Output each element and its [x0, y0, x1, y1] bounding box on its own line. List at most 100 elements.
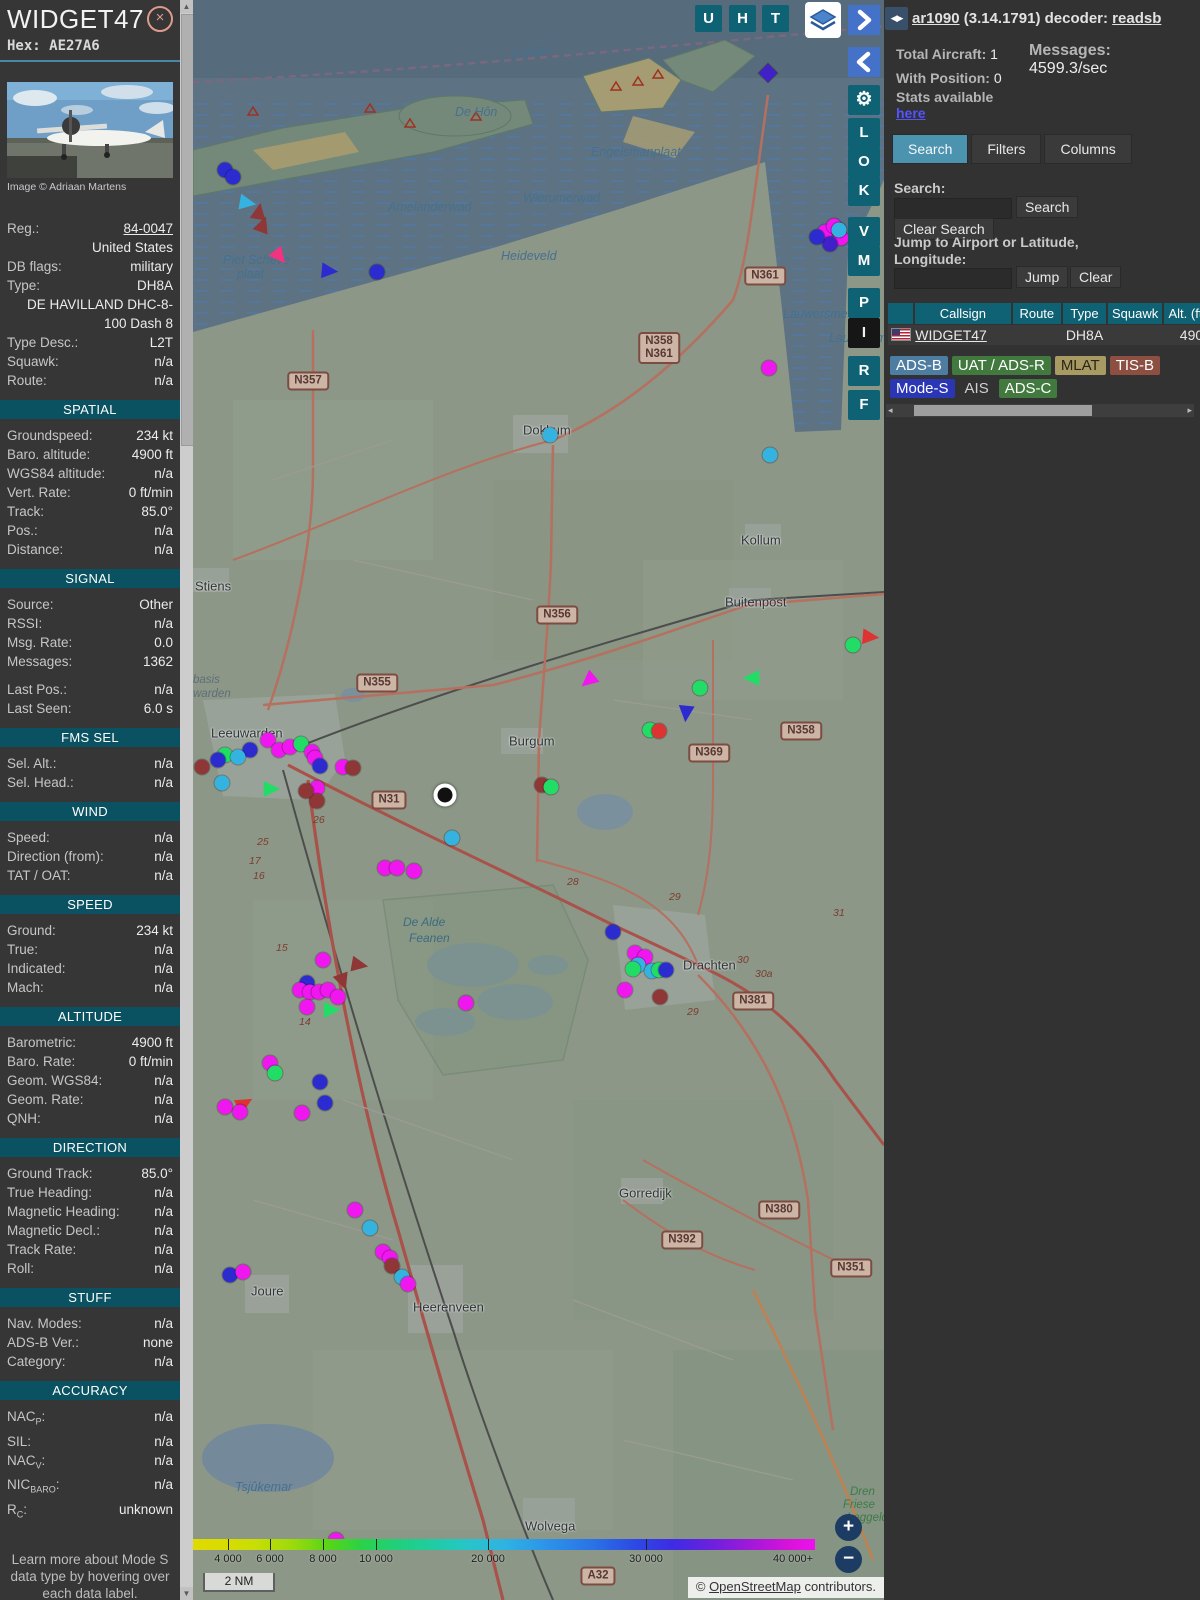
- aircraft-marker[interactable]: [263, 780, 281, 798]
- aircraft-marker[interactable]: [194, 759, 210, 775]
- app-name-link[interactable]: ar1090: [912, 10, 960, 27]
- aircraft-marker[interactable]: [444, 830, 460, 846]
- layers-button[interactable]: [805, 2, 841, 38]
- aircraft-marker[interactable]: [845, 637, 861, 653]
- stats-here-link[interactable]: here: [896, 105, 926, 121]
- filter-badge-mlat[interactable]: MLAT: [1054, 356, 1106, 375]
- aircraft-marker[interactable]: [317, 1095, 333, 1111]
- aircraft-marker[interactable]: [542, 427, 558, 443]
- aircraft-marker[interactable]: [861, 627, 881, 647]
- aircraft-marker[interactable]: [658, 962, 674, 978]
- filter-badge-uat-ads-r[interactable]: UAT / ADS-R: [951, 356, 1051, 375]
- aircraft-marker[interactable]: [762, 447, 778, 463]
- tab-search[interactable]: Search: [892, 134, 969, 164]
- aircraft-marker[interactable]: [214, 775, 230, 791]
- close-icon[interactable]: ×: [147, 6, 173, 32]
- aircraft-marker[interactable]: [299, 999, 315, 1015]
- selected-aircraft-marker[interactable]: [433, 783, 457, 807]
- aircraft-marker[interactable]: [831, 222, 847, 238]
- zoom-in-button[interactable]: +: [835, 1514, 862, 1541]
- aircraft-marker[interactable]: [406, 863, 422, 879]
- table-horizontal-scrollbar[interactable]: ◂ ▸: [886, 404, 1194, 417]
- map-button-T[interactable]: T: [762, 5, 789, 32]
- aircraft-marker[interactable]: [230, 749, 246, 765]
- aircraft-marker[interactable]: [210, 752, 226, 768]
- sidebar-scrollbar[interactable]: ▲ ▼: [180, 0, 194, 1600]
- aircraft-marker[interactable]: [315, 952, 331, 968]
- aircraft-marker[interactable]: [651, 723, 667, 739]
- aircraft-marker[interactable]: [323, 1001, 341, 1019]
- map-button-K[interactable]: K: [848, 176, 880, 206]
- aircraft-marker[interactable]: [345, 760, 361, 776]
- aircraft-marker[interactable]: [617, 982, 633, 998]
- filter-badge-mode-s[interactable]: Mode-S: [890, 379, 955, 398]
- aircraft-marker[interactable]: [543, 779, 559, 795]
- aircraft-marker[interactable]: [458, 995, 474, 1011]
- map-button-U[interactable]: U: [695, 5, 722, 32]
- aircraft-marker[interactable]: [400, 1276, 416, 1292]
- map-canvas[interactable]: Fryslân De Hôn Engelsmanplaat Amelanderwad W…: [193, 0, 884, 1600]
- jump-clear-button[interactable]: Clear: [1070, 266, 1122, 288]
- column-header[interactable]: Alt. (ft): [1164, 303, 1200, 324]
- aircraft-photo[interactable]: [7, 82, 173, 178]
- column-header[interactable]: Squawk: [1107, 303, 1163, 324]
- scroll-down-icon[interactable]: ▼: [180, 1587, 193, 1600]
- aircraft-marker[interactable]: [320, 261, 340, 281]
- aircraft-marker[interactable]: [692, 680, 708, 696]
- map-button-P[interactable]: P: [848, 288, 880, 318]
- map-button-V[interactable]: V: [848, 217, 880, 247]
- column-header[interactable]: Type: [1063, 303, 1106, 324]
- map-button-R[interactable]: R: [848, 356, 880, 386]
- aircraft-marker[interactable]: [605, 924, 621, 940]
- aircraft-marker[interactable]: [761, 360, 777, 376]
- aircraft-marker[interactable]: [389, 860, 405, 876]
- search-input[interactable]: [894, 198, 1012, 219]
- aircraft-marker[interactable]: [742, 669, 760, 687]
- column-header[interactable]: Callsign: [915, 303, 1011, 324]
- scroll-up-icon[interactable]: ▲: [180, 0, 193, 13]
- filter-badge-ads-b[interactable]: ADS-B: [890, 356, 948, 375]
- aircraft-marker[interactable]: [625, 961, 641, 977]
- aircraft-marker[interactable]: [822, 236, 838, 252]
- table-row[interactable]: WIDGET47 DH8A 4900: [888, 325, 1200, 345]
- tab-filters[interactable]: Filters: [971, 134, 1042, 164]
- aircraft-marker[interactable]: [217, 1099, 233, 1115]
- aircraft-marker[interactable]: [676, 704, 696, 724]
- pan-right-icon[interactable]: [848, 5, 880, 35]
- tab-columns[interactable]: Columns: [1044, 134, 1132, 164]
- map-button-I[interactable]: I: [848, 318, 880, 348]
- search-button[interactable]: Search: [1016, 196, 1079, 218]
- osm-link[interactable]: OpenStreetMap: [709, 1579, 801, 1594]
- aircraft-marker[interactable]: [294, 1105, 310, 1121]
- map-button-F[interactable]: F: [848, 390, 880, 420]
- map-button-O[interactable]: O: [848, 147, 880, 177]
- aircraft-marker[interactable]: [347, 1202, 363, 1218]
- aircraft-marker[interactable]: [369, 264, 385, 280]
- aircraft-marker[interactable]: [312, 1074, 328, 1090]
- scroll-right-icon[interactable]: ▸: [1187, 404, 1192, 417]
- scroll-left-icon[interactable]: ◂: [888, 404, 893, 417]
- map-button-H[interactable]: H: [729, 5, 756, 32]
- map-button-M[interactable]: M: [848, 246, 880, 276]
- aircraft-marker[interactable]: [267, 1065, 283, 1081]
- aircraft-marker[interactable]: [235, 1264, 251, 1280]
- aircraft-marker[interactable]: [232, 1104, 248, 1120]
- decoder-link[interactable]: readsb: [1112, 10, 1161, 27]
- aircraft-marker[interactable]: [809, 229, 825, 245]
- filter-badge-tis-b[interactable]: TIS-B: [1109, 356, 1161, 375]
- registration-link[interactable]: 84-0047: [123, 221, 173, 236]
- map-button-L[interactable]: L: [848, 118, 880, 148]
- hscroll-thumb[interactable]: [914, 405, 1092, 416]
- pan-left-icon[interactable]: [848, 47, 880, 77]
- aircraft-marker[interactable]: [298, 783, 314, 799]
- jump-button[interactable]: Jump: [1016, 266, 1069, 288]
- aircraft-marker[interactable]: [652, 989, 668, 1005]
- column-header[interactable]: [888, 303, 914, 324]
- jump-input[interactable]: [894, 268, 1012, 289]
- zoom-out-button[interactable]: −: [835, 1546, 862, 1573]
- aircraft-marker[interactable]: [312, 758, 328, 774]
- column-header[interactable]: Route: [1012, 303, 1062, 324]
- filter-badge-ais[interactable]: AIS: [959, 379, 995, 398]
- callsign-link[interactable]: WIDGET47: [915, 327, 987, 343]
- panel-collapse-button[interactable]: ◀▶: [885, 7, 908, 30]
